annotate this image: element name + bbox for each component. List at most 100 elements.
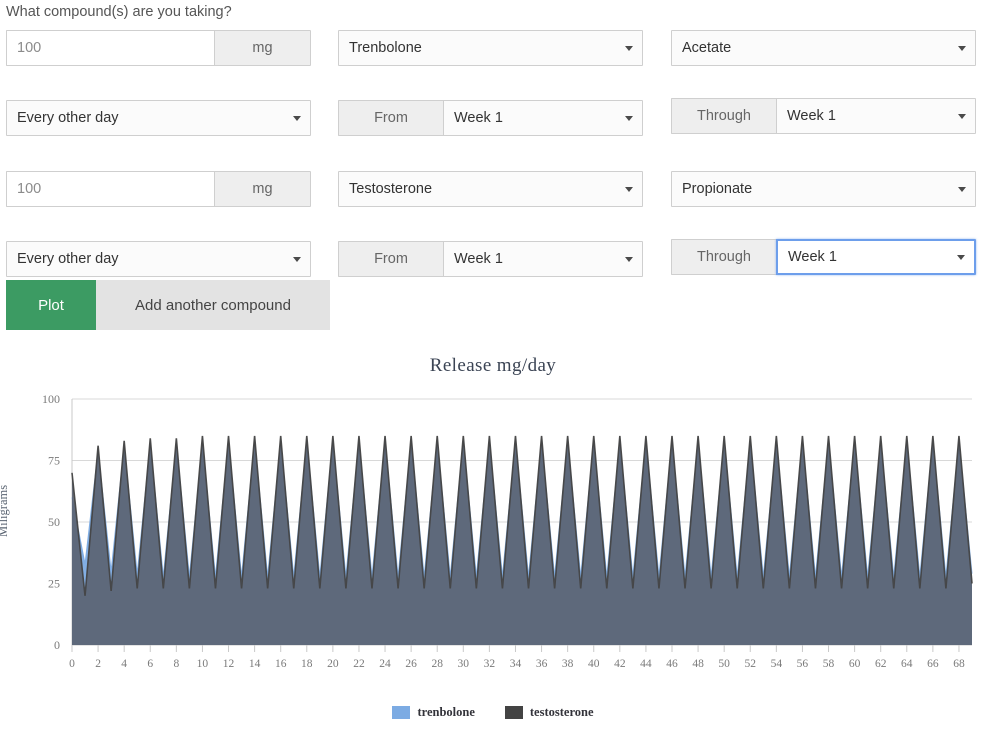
- svg-text:24: 24: [379, 658, 391, 670]
- chevron-down-icon: [625, 116, 633, 121]
- svg-text:8: 8: [173, 658, 179, 670]
- plot-area: Miligrams 025507510002468101214161820222…: [0, 377, 986, 677]
- from-label: From: [338, 241, 443, 277]
- legend-label: testosterone: [530, 705, 594, 720]
- svg-text:12: 12: [223, 658, 235, 670]
- chevron-down-icon: [293, 257, 301, 262]
- svg-text:68: 68: [953, 658, 965, 670]
- svg-text:34: 34: [510, 658, 522, 670]
- from-week-select[interactable]: Week 1: [443, 241, 643, 277]
- through-week-value: Week 1: [787, 108, 836, 124]
- compound-row: mg Testosterone Propionate: [0, 167, 986, 232]
- svg-text:100: 100: [42, 392, 60, 406]
- svg-text:62: 62: [875, 658, 887, 670]
- release-chart: Release mg/day Miligrams 025507510002468…: [0, 340, 986, 733]
- svg-text:42: 42: [614, 658, 626, 670]
- compound-select[interactable]: Testosterone: [338, 171, 643, 207]
- dose-input[interactable]: [6, 171, 214, 207]
- ester-select-value: Propionate: [682, 181, 752, 197]
- svg-text:26: 26: [405, 658, 417, 670]
- dose-unit-addon: mg: [214, 171, 311, 207]
- through-week-group: Through Week 1: [671, 98, 976, 134]
- svg-text:66: 66: [927, 658, 939, 670]
- from-label: From: [338, 100, 443, 136]
- svg-text:52: 52: [745, 658, 757, 670]
- through-label: Through: [671, 98, 776, 134]
- svg-text:20: 20: [327, 658, 339, 670]
- chevron-down-icon: [625, 46, 633, 51]
- frequency-select[interactable]: Every other day: [6, 241, 311, 277]
- legend-swatch-trenbolone: [392, 706, 410, 719]
- compound-select-value: Trenbolone: [349, 40, 422, 56]
- ester-select[interactable]: Acetate: [671, 30, 976, 66]
- chevron-down-icon: [958, 114, 966, 119]
- dose-unit-addon: mg: [214, 30, 311, 66]
- svg-text:48: 48: [692, 658, 704, 670]
- from-week-value: Week 1: [454, 110, 503, 126]
- add-another-compound-button[interactable]: Add another compound: [96, 280, 330, 330]
- chevron-down-icon: [958, 46, 966, 51]
- chevron-down-icon: [625, 257, 633, 262]
- legend-swatch-testosterone: [505, 706, 523, 719]
- svg-text:40: 40: [588, 658, 600, 670]
- compound-form: What compound(s) are you taking? mg Tren…: [0, 0, 986, 294]
- svg-text:38: 38: [562, 658, 574, 670]
- svg-text:32: 32: [484, 658, 496, 670]
- chevron-down-icon: [957, 255, 965, 260]
- svg-text:50: 50: [48, 515, 60, 529]
- chart-title: Release mg/day: [0, 340, 986, 377]
- through-week-select[interactable]: Week 1: [776, 239, 976, 275]
- svg-text:25: 25: [48, 577, 60, 591]
- svg-text:75: 75: [48, 454, 60, 468]
- svg-text:16: 16: [275, 658, 287, 670]
- svg-text:54: 54: [771, 658, 783, 670]
- chart-legend: trenbolone testosterone: [0, 705, 986, 720]
- frequency-select-value: Every other day: [17, 110, 119, 126]
- compound-row: mg Trenbolone Acetate: [0, 26, 986, 91]
- chevron-down-icon: [293, 116, 301, 121]
- legend-item[interactable]: testosterone: [505, 705, 594, 720]
- through-label: Through: [671, 239, 776, 275]
- through-week-group: Through Week 1: [671, 239, 976, 275]
- svg-text:30: 30: [458, 658, 470, 670]
- svg-text:0: 0: [69, 658, 75, 670]
- svg-text:46: 46: [666, 658, 678, 670]
- from-week-group: From Week 1: [338, 100, 643, 136]
- from-week-value: Week 1: [454, 251, 503, 267]
- svg-text:36: 36: [536, 658, 548, 670]
- svg-text:4: 4: [121, 658, 127, 670]
- ester-select-value: Acetate: [682, 40, 731, 56]
- svg-text:10: 10: [197, 658, 209, 670]
- frequency-select[interactable]: Every other day: [6, 100, 311, 136]
- plot-svg: 0255075100024681012141618202224262830323…: [0, 377, 986, 677]
- svg-text:44: 44: [640, 658, 652, 670]
- form-question-label: What compound(s) are you taking?: [0, 0, 986, 26]
- compound-schedule-row: Every other day From Week 1 Through Week…: [0, 91, 986, 153]
- svg-text:56: 56: [797, 658, 809, 670]
- through-week-select[interactable]: Week 1: [776, 98, 976, 134]
- legend-label: trenbolone: [417, 705, 474, 720]
- svg-text:64: 64: [901, 658, 913, 670]
- frequency-select-value: Every other day: [17, 251, 119, 267]
- from-week-select[interactable]: Week 1: [443, 100, 643, 136]
- ester-select[interactable]: Propionate: [671, 171, 976, 207]
- svg-text:0: 0: [54, 638, 60, 652]
- svg-text:22: 22: [353, 658, 365, 670]
- svg-text:14: 14: [249, 658, 261, 670]
- plot-button[interactable]: Plot: [6, 280, 96, 330]
- svg-text:28: 28: [431, 658, 443, 670]
- svg-text:18: 18: [301, 658, 313, 670]
- dose-input-group: mg: [6, 30, 311, 66]
- compound-select[interactable]: Trenbolone: [338, 30, 643, 66]
- svg-text:6: 6: [147, 658, 153, 670]
- svg-text:50: 50: [718, 658, 730, 670]
- dose-input-group: mg: [6, 171, 311, 207]
- from-week-group: From Week 1: [338, 241, 643, 277]
- svg-text:2: 2: [95, 658, 101, 670]
- svg-text:60: 60: [849, 658, 861, 670]
- dose-input[interactable]: [6, 30, 214, 66]
- through-week-value: Week 1: [788, 249, 837, 265]
- compound-select-value: Testosterone: [349, 181, 432, 197]
- action-button-row: Plot Add another compound: [6, 280, 330, 330]
- legend-item[interactable]: trenbolone: [392, 705, 474, 720]
